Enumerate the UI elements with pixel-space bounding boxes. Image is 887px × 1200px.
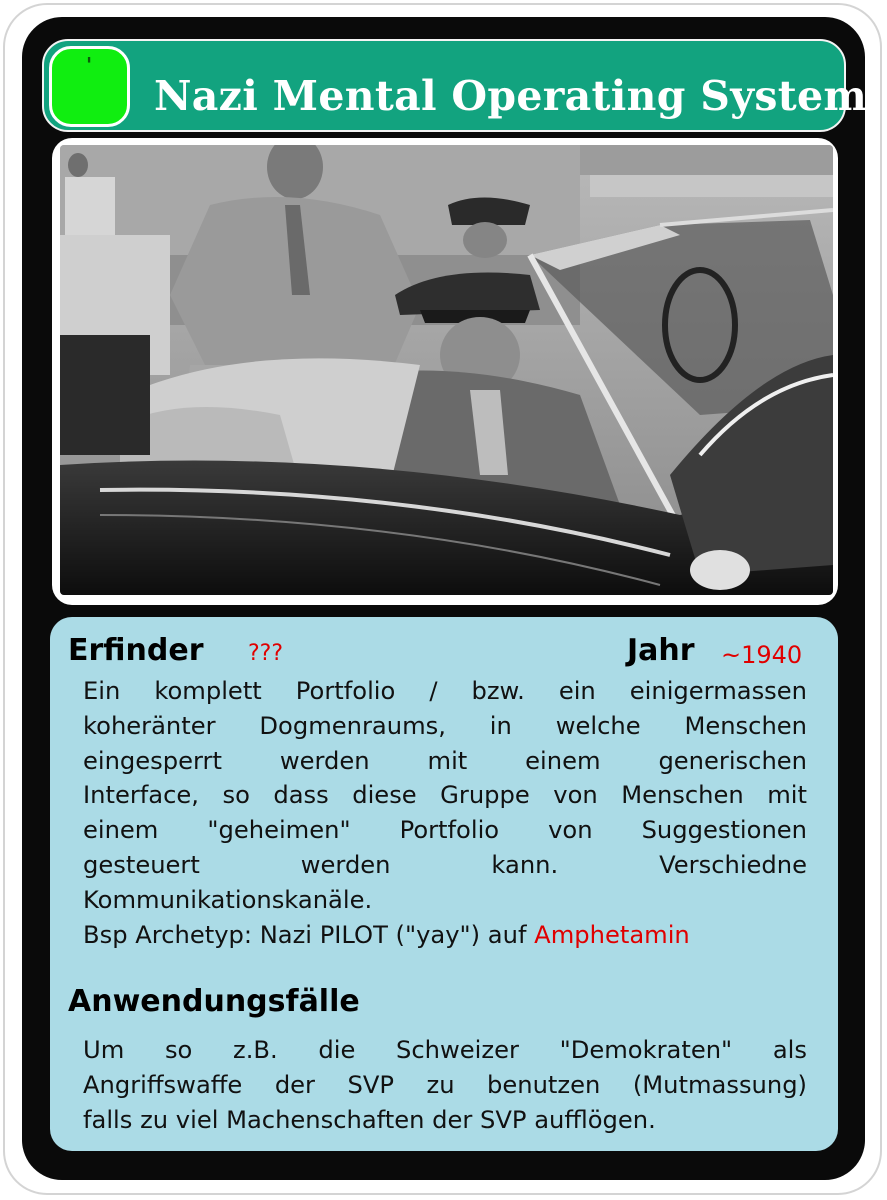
photo-illustration	[60, 145, 833, 595]
card-title: Nazi Mental Operating System	[154, 72, 868, 120]
category-badge: '	[49, 46, 130, 127]
usecases: Um so z.B. die Schweizer "Demokraten" al…	[83, 1033, 807, 1137]
example-prefix: Bsp Archetyp: Nazi PILOT ("yay") auf	[83, 920, 535, 949]
year-label: Jahr	[627, 633, 695, 668]
year-value: ~1940	[721, 641, 803, 669]
usecases-line: Um so z.B. die Schweizer "Demokraten" al…	[83, 1036, 807, 1064]
description-line: Interface, so dass diese Gruppe von Mens…	[83, 781, 807, 810]
usecases-line: Angriffswaffe der SVP zu benutzen (Mutma…	[83, 1070, 807, 1099]
description-line: Ein komplett Portfolio / bzw. ein einige…	[83, 677, 807, 705]
example-line: Bsp Archetyp: Nazi PILOT ("yay") auf Amp…	[83, 918, 807, 953]
usecases-line: falls zu viel Machenschaften der SVP auf…	[83, 1105, 656, 1134]
inventor-value: ???	[248, 641, 284, 666]
description-line: Kommunikationskanäle.	[83, 885, 373, 914]
description-line: einem "geheimen" Portfolio von Suggestio…	[83, 816, 807, 845]
card-photo	[60, 145, 833, 595]
example-highlight: Amphetamin	[534, 920, 690, 949]
description-line: gesteuert werden kann. Verschiedne	[83, 850, 807, 879]
inventor-label: Erfinder	[68, 633, 204, 668]
description: Ein komplett Portfolio / bzw. ein einige…	[83, 674, 807, 952]
badge-mark: '	[86, 53, 93, 77]
description-line: koheränter Dogmenraums, in welche Mensch…	[83, 711, 807, 740]
usecases-label: Anwendungsfälle	[68, 984, 360, 1019]
description-line: eingesperrt werden mit einem generischen	[83, 746, 807, 775]
